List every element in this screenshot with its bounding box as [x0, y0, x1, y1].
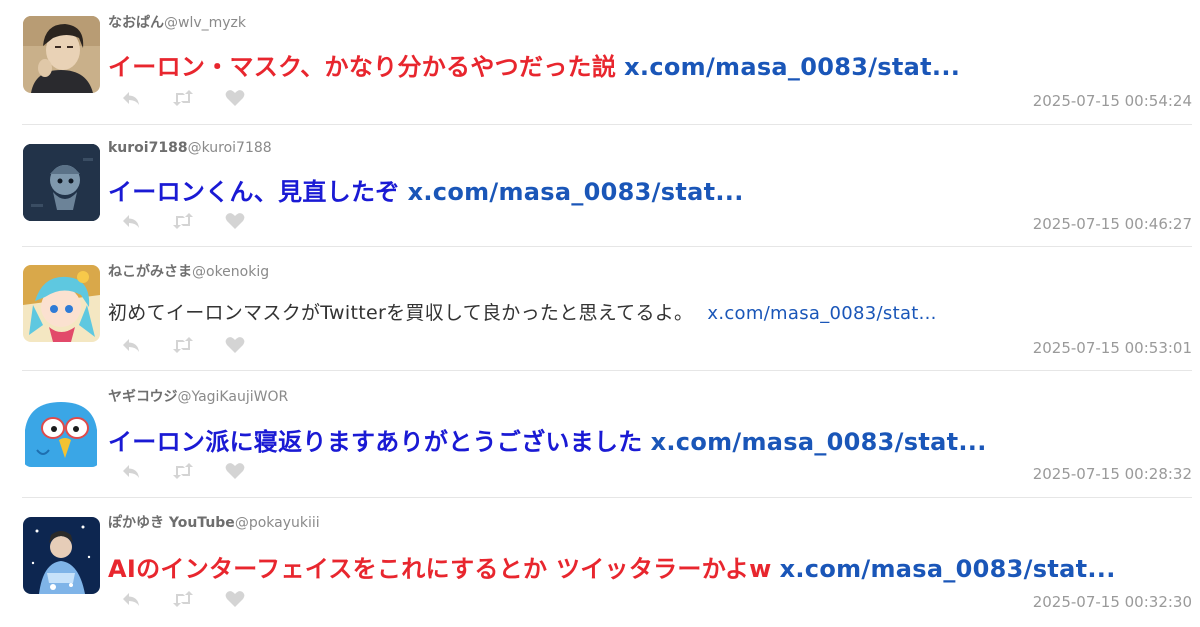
tweet-text: イーロン派に寝返りますありがとうございました x.com/masa_0083/st… — [108, 422, 987, 457]
retweet-icon[interactable] — [172, 88, 194, 108]
timestamp[interactable]: 2025-07-15 00:46:27 — [1033, 215, 1192, 233]
tweet-actions — [120, 461, 276, 481]
user-name[interactable]: kuroi7188 — [108, 140, 188, 156]
tweet-item: ヤギコウジ@YagiKaujiWOR イーロン派に寝返りますありがとうございまし… — [0, 371, 1200, 498]
tweet-actions — [120, 335, 276, 355]
tweet-body: イーロンくん、見直したぞ — [108, 178, 400, 206]
tweet-body: 初めてイーロンマスクがTwitterを買収して良かったと思えてるよ。 — [108, 302, 694, 324]
avatar[interactable] — [23, 517, 100, 594]
reply-icon[interactable] — [120, 461, 142, 481]
tweet-actions — [120, 88, 276, 108]
user-handle[interactable]: @kuroi7188 — [188, 140, 272, 156]
tweet-text: AIのインターフェイスをこれにするとか ツイッタラーかよw x.com/masa_… — [108, 549, 1116, 584]
tweet-link[interactable]: x.com/masa_0083/stat... — [707, 303, 936, 324]
user-name[interactable]: なおぱん — [108, 15, 164, 31]
user-handle[interactable]: @YagiKaujiWOR — [177, 389, 288, 405]
tweet-link[interactable]: x.com/masa_0083/stat... — [624, 53, 960, 81]
user-line: ヤギコウジ@YagiKaujiWOR — [108, 386, 288, 406]
reply-icon[interactable] — [120, 88, 142, 108]
retweet-icon[interactable] — [172, 589, 194, 609]
tweet-body: イーロン派に寝返りますありがとうございました — [108, 428, 643, 456]
reply-icon[interactable] — [120, 335, 142, 355]
avatar[interactable] — [23, 265, 100, 342]
tweet-item: なおぱん@wlv_myzk イーロン・マスク、かなり分かるやつだった説 x.com… — [0, 0, 1200, 125]
tweet-body: イーロン・マスク、かなり分かるやつだった説 — [108, 53, 617, 81]
tweet-link[interactable]: x.com/masa_0083/stat... — [780, 555, 1116, 583]
heart-icon[interactable] — [224, 461, 246, 481]
tweet-feed: なおぱん@wlv_myzk イーロン・マスク、かなり分かるやつだった説 x.com… — [0, 0, 1200, 627]
timestamp[interactable]: 2025-07-15 00:53:01 — [1033, 339, 1192, 357]
heart-icon[interactable] — [224, 88, 246, 108]
user-name[interactable]: ヤギコウジ — [108, 389, 177, 405]
heart-icon[interactable] — [224, 335, 246, 355]
avatar[interactable] — [23, 144, 100, 221]
tweet-body: AIのインターフェイスをこれにするとか ツイッタラーかよw — [108, 555, 772, 583]
heart-icon[interactable] — [224, 211, 246, 231]
reply-icon[interactable] — [120, 211, 142, 231]
user-name[interactable]: ぽかゆき YouTube — [108, 515, 235, 531]
tweet-link[interactable]: x.com/masa_0083/stat... — [651, 428, 987, 456]
user-line: kuroi7188@kuroi7188 — [108, 140, 272, 156]
heart-icon[interactable] — [224, 589, 246, 609]
tweet-text: 初めてイーロンマスクがTwitterを買収して良かったと思えてるよ。 x.com/… — [108, 298, 937, 325]
avatar[interactable] — [23, 390, 100, 467]
tweet-text: イーロン・マスク、かなり分かるやつだった説 x.com/masa_0083/sta… — [108, 47, 960, 82]
tweet-item: ぽかゆき YouTube@pokayukiii AIのインターフェイスをこれにす… — [0, 498, 1200, 627]
tweet-item: kuroi7188@kuroi7188 イーロンくん、見直したぞ x.com/ma… — [0, 125, 1200, 247]
tweet-text: イーロンくん、見直したぞ x.com/masa_0083/stat... — [108, 172, 744, 207]
tweet-actions — [120, 211, 276, 231]
user-handle[interactable]: @wlv_myzk — [164, 15, 246, 31]
timestamp[interactable]: 2025-07-15 00:28:32 — [1033, 465, 1192, 483]
retweet-icon[interactable] — [172, 335, 194, 355]
user-handle[interactable]: @pokayukiii — [235, 515, 320, 531]
avatar[interactable] — [23, 16, 100, 93]
tweet-link[interactable]: x.com/masa_0083/stat... — [408, 178, 744, 206]
retweet-icon[interactable] — [172, 461, 194, 481]
user-line: ぽかゆき YouTube@pokayukiii — [108, 512, 320, 532]
timestamp[interactable]: 2025-07-15 00:32:30 — [1033, 593, 1192, 611]
user-name[interactable]: ねこがみさま — [108, 264, 192, 280]
timestamp[interactable]: 2025-07-15 00:54:24 — [1033, 92, 1192, 110]
user-line: ねこがみさま@okenokig — [108, 261, 269, 281]
reply-icon[interactable] — [120, 589, 142, 609]
tweet-item: ねこがみさま@okenokig 初めてイーロンマスクがTwitterを買収して良… — [0, 247, 1200, 371]
user-handle[interactable]: @okenokig — [192, 264, 269, 280]
tweet-actions — [120, 589, 276, 609]
user-line: なおぱん@wlv_myzk — [108, 12, 246, 32]
retweet-icon[interactable] — [172, 211, 194, 231]
